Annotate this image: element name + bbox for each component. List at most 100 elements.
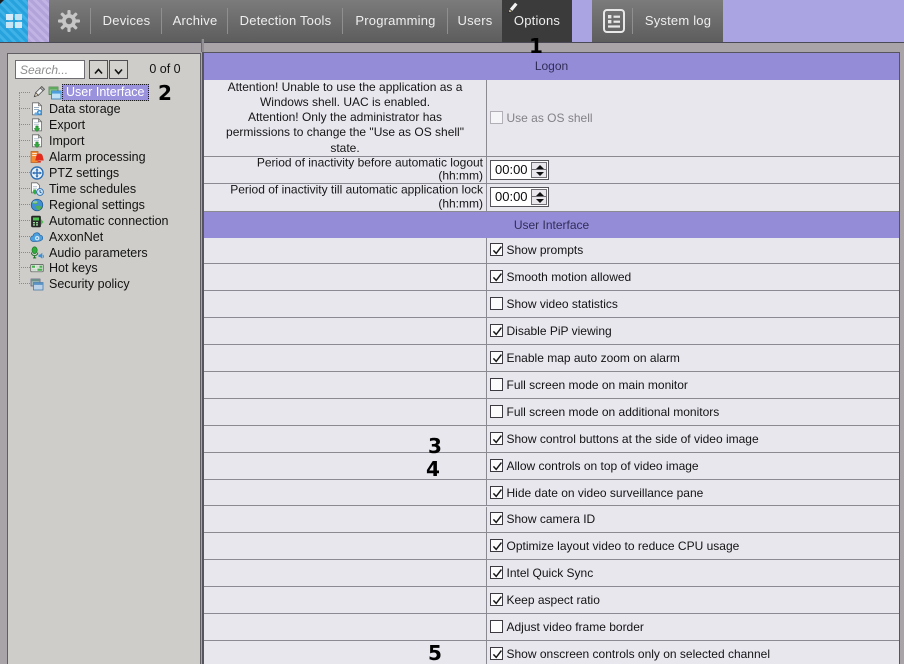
value-cell: Full screen mode on additional monitors [486, 399, 899, 425]
tree-item-time-schedules[interactable]: Time schedules [8, 181, 200, 197]
checkbox-checked[interactable] [490, 243, 503, 256]
checkbox-label: Show onscreen controls only on selected … [507, 647, 771, 661]
value-cell: Intel Quick Sync [486, 560, 899, 586]
annotation-digit-4: 4 [426, 459, 440, 479]
empty-cell [204, 587, 486, 613]
settings-sidebar: 0 of 0 User Interface Data storage Expor… [7, 53, 201, 664]
windows-icon [48, 86, 62, 100]
table-row: Hide date on video surveillance pane [204, 480, 899, 507]
spinbox-value[interactable]: 00:00 [495, 188, 528, 206]
spin-up-button[interactable] [531, 162, 547, 170]
tree-item-label: Hot keys [49, 260, 98, 276]
checkbox-unchecked[interactable] [490, 378, 503, 391]
doc-gear-icon [30, 102, 44, 116]
globe-icon [30, 198, 44, 212]
apps-grid-icon [6, 14, 22, 28]
checkbox-checked[interactable] [490, 459, 503, 472]
tab-detection-tools[interactable]: Detection Tools [228, 0, 343, 42]
value-cell: Allow controls on top of video image [486, 453, 899, 479]
tree-item-hot-keys[interactable]: Hot keys [8, 260, 200, 276]
checkmark-icon [491, 594, 504, 607]
tab-users[interactable]: Users [448, 0, 502, 42]
value-cell: Disable PiP viewing [486, 318, 899, 344]
annotation-digit-2: 2 [158, 83, 172, 103]
keyboard-icon [30, 261, 44, 275]
tree-item-audio-parameters[interactable]: Audio parameters [8, 245, 200, 261]
tree-branch-line [19, 156, 30, 157]
time-spinbox[interactable]: 00:00 [490, 187, 549, 207]
apps-launcher-button[interactable] [0, 0, 28, 42]
annotation-digit-5: 5 [428, 643, 442, 663]
table-row: Allow controls on top of video image [204, 453, 899, 480]
value-cell: Show prompts [486, 238, 899, 264]
annotation-digit-1: 1 [529, 36, 543, 56]
table-row: Intel Quick Sync [204, 560, 899, 587]
system-log-button[interactable]: System log [592, 0, 723, 42]
checkbox-unchecked[interactable] [490, 620, 503, 633]
table-row: Period of inactivity before automatic lo… [204, 157, 899, 184]
system-log-icon [603, 9, 625, 33]
checkbox-checked[interactable] [490, 432, 503, 445]
tab-devices[interactable]: Devices [91, 0, 162, 42]
table-row: Enable map auto zoom on alarm [204, 345, 899, 372]
checkmark-icon [491, 325, 504, 338]
checkbox-label: Use as OS shell [507, 111, 593, 125]
empty-cell [204, 560, 486, 586]
checkbox-checked[interactable] [490, 324, 503, 337]
section-header-user-interface: User Interface [204, 212, 899, 238]
spin-down-button[interactable] [531, 197, 547, 205]
tree-item-regional-settings[interactable]: Regional settings [8, 197, 200, 213]
checkbox-checked[interactable] [490, 566, 503, 579]
spin-down-button[interactable] [531, 170, 547, 178]
checkbox-unchecked[interactable] [490, 297, 503, 310]
value-cell: Hide date on video surveillance pane [486, 480, 899, 506]
spinbox-value[interactable]: 00:00 [495, 161, 528, 179]
tree-item-security-policy[interactable]: Security policy [8, 276, 200, 292]
checkbox-checked[interactable] [490, 512, 503, 525]
tree-item-label: AxxonNet [49, 229, 103, 245]
checkbox-label: Show control buttons at the side of vide… [507, 432, 759, 446]
tree-item-import[interactable]: Import [8, 133, 200, 149]
table-row: Show video statistics [204, 291, 899, 318]
tree-item-ptz-settings[interactable]: PTZ settings [8, 165, 200, 181]
checkbox-checked[interactable] [490, 593, 503, 606]
checkbox-label: Adjust video frame border [507, 620, 644, 634]
checkbox-checked[interactable] [490, 539, 503, 552]
tree-branch-line [19, 172, 30, 173]
top-bar: DevicesArchiveDetection ToolsProgramming… [0, 0, 904, 43]
tree-item-alarm-processing[interactable]: Alarm processing [8, 149, 200, 165]
splitter-handle[interactable] [201, 39, 204, 52]
tab-archive[interactable]: Archive [162, 0, 228, 42]
setting-label-cell: Period of inactivity till automatic appl… [204, 184, 486, 211]
empty-cell [204, 345, 486, 371]
spin-up-button[interactable] [531, 189, 547, 197]
schedule-icon [30, 182, 44, 196]
table-row: Optimize layout video to reduce CPU usag… [204, 533, 899, 560]
tree-item-axxonnet[interactable]: AxxonNet [8, 229, 200, 245]
checkbox-checked[interactable] [490, 486, 503, 499]
checkbox-checked[interactable] [490, 351, 503, 364]
tab-programming[interactable]: Programming [343, 0, 448, 42]
table-row: Full screen mode on main monitor [204, 372, 899, 399]
empty-cell [204, 507, 486, 533]
tree-item-label: PTZ settings [49, 165, 119, 181]
time-spinbox[interactable]: 00:00 [490, 160, 549, 180]
window-corner [0, 0, 4, 4]
tree-branch-line [19, 188, 30, 189]
checkbox-label: Intel Quick Sync [507, 566, 594, 580]
gear-icon[interactable] [56, 9, 82, 33]
checkbox-checked[interactable] [490, 647, 503, 660]
checkmark-icon [491, 460, 504, 473]
checkbox-checked[interactable] [490, 270, 503, 283]
tree-item-automatic-connection[interactable]: Automatic connection [8, 213, 200, 229]
empty-cell [204, 372, 486, 398]
checkbox-unchecked[interactable] [490, 405, 503, 418]
checkbox-label: Allow controls on top of video image [507, 459, 699, 473]
setting-label: Period of inactivity till automatic appl… [208, 183, 483, 210]
empty-cell [204, 264, 486, 290]
checkmark-icon [491, 513, 504, 526]
tree-item-export[interactable]: Export [8, 117, 200, 133]
pencil-icon [505, 1, 520, 15]
empty-cell [204, 291, 486, 317]
spinbox-buttons [531, 162, 547, 178]
